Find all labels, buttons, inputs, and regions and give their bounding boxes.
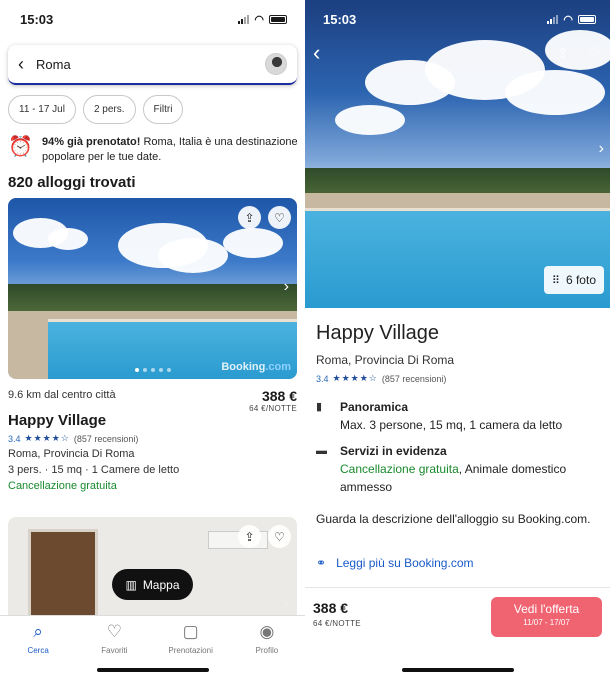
services-green: Cancellazione gratuita — [340, 462, 459, 476]
services-title: Servizi in evidenza — [340, 444, 447, 458]
share-icon[interactable]: ⇪ — [238, 525, 261, 548]
star-rating-icon: ★★★★☆ — [332, 373, 378, 383]
review-count: (857 recensioni) — [381, 373, 447, 384]
view-offer-label: Vedi l'offerta — [513, 602, 580, 616]
description-text: Guarda la descrizione dell'alloggio su B… — [316, 512, 591, 526]
overview-section: ▮ Panoramica Max. 3 persone, 15 mq, 1 cam… — [316, 398, 601, 434]
view-offer-button[interactable]: Vedi l'offerta 11/07 - 17/07 — [491, 597, 602, 637]
map-icon: ▥ — [125, 577, 137, 592]
map-button[interactable]: ▥ Mappa — [112, 569, 193, 600]
services-icon: ▬ — [316, 445, 327, 457]
listing-image[interactable]: ⇪ ♡ › Booking.com — [8, 198, 297, 379]
tab-label: Profilo — [255, 646, 279, 655]
listing-name[interactable]: Happy Village — [8, 412, 297, 429]
map-button-label: Mappa — [142, 577, 180, 592]
footer-price-box: 388 € 64 €/NOTTE — [313, 600, 361, 628]
filter-chips: 11 - 17 Jul 2 pers. Filtri — [8, 95, 184, 124]
listing-price: 388 € — [261, 388, 297, 404]
listing-detail-screen: 15:03 ◠ ‹ ⇪ ♡ › ⠿ 6 foto Happy Village R… — [305, 0, 610, 679]
link-icon: ⚭ — [316, 556, 327, 570]
listing-per-night: 64 €/NOTTE — [249, 404, 297, 413]
rating-row: 3.4 ★★★★☆ (857 recensioni) — [8, 433, 297, 444]
carousel-dots — [134, 368, 171, 372]
heart-icon[interactable]: ♡ — [268, 206, 291, 229]
hotel-title: Happy Village — [316, 322, 440, 344]
tab-profilo[interactable]: ◉ Profilo — [237, 622, 297, 679]
promo-banner: ⏰ 94% già prenotato! Roma, Italia è una … — [8, 135, 298, 165]
search-icon: ⌕ — [33, 622, 43, 641]
promo-bold: 94% già prenotato! — [42, 136, 141, 148]
promo-text: 94% già prenotato! Roma, Italia è una de… — [42, 135, 298, 165]
battery-icon — [269, 14, 287, 24]
booking-footer: 388 € 64 €/NOTTE Vedi l'offerta 11/07 - … — [305, 587, 610, 679]
hero-image[interactable]: 15:03 ◠ ‹ ⇪ ♡ › ⠿ 6 foto — [305, 0, 610, 308]
search-query[interactable]: Roma — [36, 57, 253, 72]
status-icons: ◠ — [547, 13, 596, 26]
detail-body: Happy Village Roma, Provincia Di Roma 3.… — [316, 322, 601, 570]
results-count: 820 alloggi trovati — [8, 174, 136, 191]
building-icon: ▮ — [316, 401, 323, 413]
view-offer-dates: 11/07 - 17/07 — [523, 618, 570, 627]
share-icon[interactable]: ⇪ — [557, 45, 569, 62]
services-section: ▬ Servizi in evidenza Cancellazione gratu… — [316, 442, 601, 496]
photos-button[interactable]: ⠿ 6 foto — [543, 266, 604, 294]
alarm-clock-icon: ⏰ — [8, 136, 33, 158]
photos-count: 6 foto — [565, 273, 596, 287]
home-indicator — [401, 668, 514, 672]
signal-icon — [547, 14, 559, 24]
filters-chip[interactable]: Filtri — [142, 95, 184, 124]
status-bar: 15:03 ◠ — [0, 0, 305, 38]
bag-icon: ▢ — [182, 622, 199, 641]
back-arrow-icon[interactable]: ‹ — [313, 40, 320, 66]
listing-location: Roma, Provincia Di Roma — [8, 448, 135, 460]
avatar[interactable] — [265, 53, 287, 75]
profile-icon: ◉ — [259, 622, 275, 641]
status-time: 15:03 — [323, 11, 357, 27]
signal-icon — [238, 14, 250, 24]
grid-icon: ⠿ — [551, 274, 560, 287]
tab-label: Prenotazioni — [168, 646, 213, 655]
status-icons: ◠ — [238, 13, 287, 26]
rating-value: 3.4 — [8, 433, 21, 444]
tab-cerca[interactable]: ⌕ Cerca — [8, 622, 68, 679]
overview-title: Panoramica — [340, 400, 409, 414]
rating-row: 3.4 ★★★★☆ (857 recensioni) — [316, 373, 601, 384]
overview-text: Max. 3 persone, 15 mq, 1 camera da letto — [340, 418, 563, 432]
heart-icon[interactable]: ♡ — [268, 525, 291, 548]
guests-chip[interactable]: 2 pers. — [82, 95, 136, 124]
heart-icon[interactable]: ♡ — [587, 43, 600, 61]
cancellation-label: Cancellazione gratuita — [8, 480, 117, 492]
review-count: (857 recensioni) — [73, 433, 139, 444]
status-bar: 15:03 ◠ — [305, 0, 610, 38]
chevron-right-icon[interactable]: › — [599, 140, 604, 158]
chevron-right-icon[interactable]: › — [284, 595, 289, 613]
booking-watermark: Booking.com — [221, 361, 291, 373]
share-icon[interactable]: ⇪ — [238, 206, 261, 229]
footer-per-night: 64 €/NOTTE — [313, 619, 361, 628]
search-bar[interactable]: ‹ Roma — [8, 45, 297, 85]
tab-label: Favoriti — [101, 646, 128, 655]
battery-icon — [578, 14, 596, 24]
search-results-screen: 15:03 ◠ ‹ Roma 11 - 17 Jul 2 pers. Filtr… — [0, 0, 305, 679]
listing-details: 3 pers. · 15 mq · 1 Camere de letto — [8, 464, 180, 476]
dates-chip[interactable]: 11 - 17 Jul — [8, 95, 76, 124]
star-rating-icon: ★★★★☆ — [24, 433, 70, 443]
heart-icon: ♡ — [106, 622, 122, 641]
rating-value: 3.4 — [316, 373, 329, 384]
chevron-right-icon[interactable]: › — [284, 278, 289, 296]
hotel-location: Roma, Provincia Di Roma — [316, 353, 455, 367]
home-indicator — [96, 668, 209, 672]
wifi-icon: ◠ — [254, 13, 264, 26]
back-arrow-icon[interactable]: ‹ — [18, 54, 24, 75]
tab-label: Cerca — [27, 646, 49, 655]
footer-price: 388 € — [313, 600, 349, 616]
booking-link[interactable]: ⚭ Leggi più su Booking.com — [316, 556, 601, 570]
booking-link-label: Leggi più su Booking.com — [336, 556, 474, 570]
listing-price-box: 388 € 64 €/NOTTE — [249, 388, 297, 413]
wifi-icon: ◠ — [563, 13, 573, 26]
status-time: 15:03 — [20, 11, 54, 27]
